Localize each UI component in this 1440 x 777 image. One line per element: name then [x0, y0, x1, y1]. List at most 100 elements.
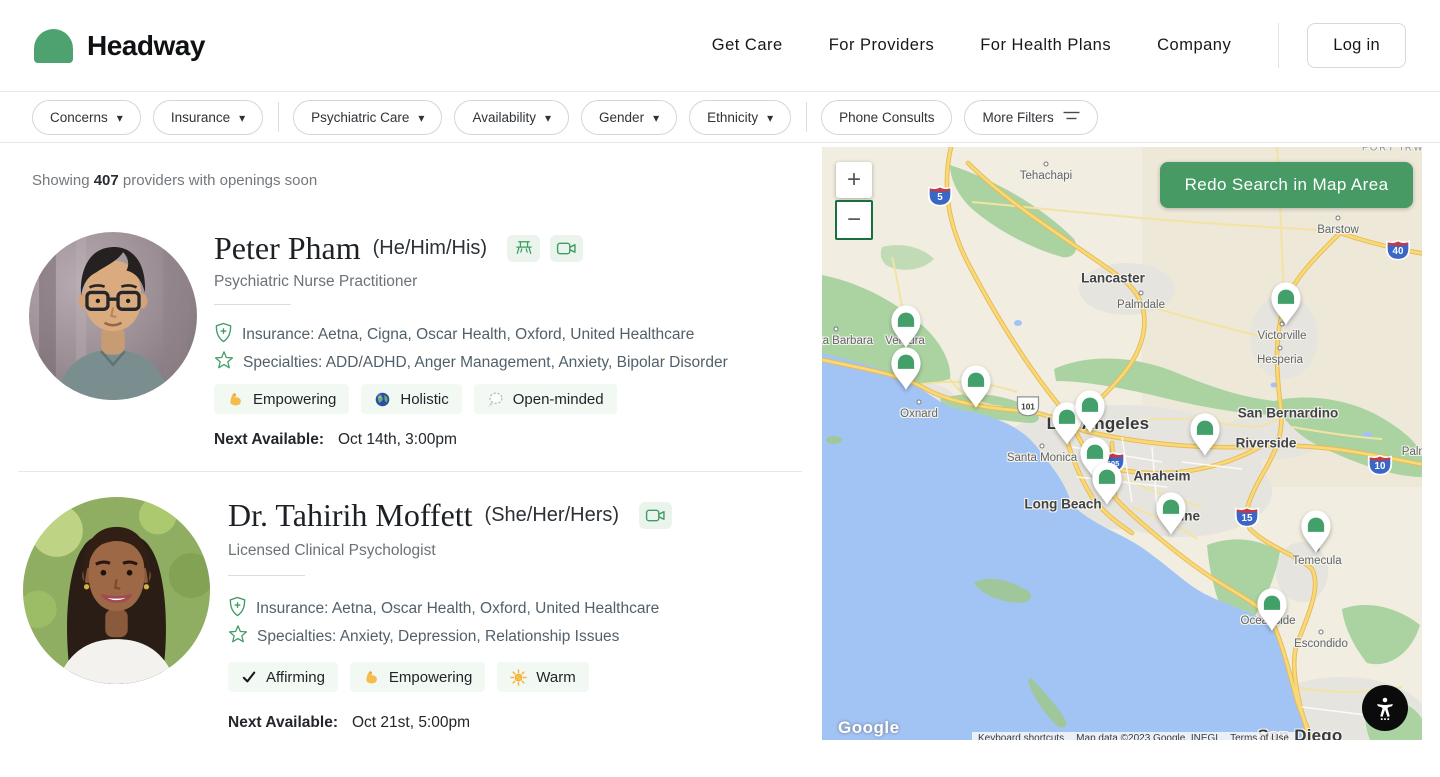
specialties-label: Specialties:: [257, 627, 337, 645]
summary-suffix: providers with openings soon: [122, 172, 318, 189]
provider-name[interactable]: Peter Pham: [214, 230, 361, 267]
provider-map-pin[interactable]: [1086, 457, 1128, 512]
map-canvas[interactable]: + − Redo Search in Map Area Google Keybo…: [822, 147, 1422, 740]
insurance-label: Insurance:: [242, 326, 315, 343]
chevron-down-icon: [418, 110, 424, 125]
filter-label: Insurance: [170, 109, 231, 125]
map-label: Barstow: [1317, 224, 1359, 236]
trait-badge: Open-minded: [473, 384, 617, 414]
redo-search-button[interactable]: Redo Search in Map Area: [1160, 162, 1413, 208]
chevron-down-icon: [653, 110, 659, 125]
trait-label: Warm: [536, 668, 576, 686]
filter-label: Phone Consults: [839, 109, 935, 125]
insurance-list: Aetna, Oscar Health, Oxford, United Heal…: [331, 600, 660, 617]
muscle-icon: [227, 391, 244, 408]
nav-company[interactable]: Company: [1157, 36, 1231, 55]
filter-concerns[interactable]: Concerns: [32, 99, 141, 135]
nav-for-health-plans[interactable]: For Health Plans: [980, 36, 1111, 55]
trait-badge: Affirming: [228, 662, 338, 692]
map-town-dot: [1039, 443, 1045, 449]
svg-text:10: 10: [1375, 461, 1386, 472]
filter-separator: [278, 102, 280, 132]
provider-map-pin[interactable]: [1265, 277, 1307, 332]
star-icon: [214, 350, 234, 375]
map-label: Oxnard: [900, 408, 938, 420]
trait-label: Affirming: [266, 668, 325, 686]
filter-separator: [806, 102, 808, 132]
provider-map-pin[interactable]: [885, 342, 927, 397]
map-attribution-item: Map data ©2023 Google, INEGI: [1070, 732, 1225, 740]
shield-plus-icon: [228, 596, 247, 622]
filter-insurance[interactable]: Insurance: [152, 99, 264, 135]
shield-plus-icon: [214, 322, 233, 348]
globe-icon: [374, 391, 391, 408]
interstate-5-shield-icon: 5: [927, 182, 954, 212]
provider-map-pin[interactable]: [1251, 583, 1293, 638]
sliders-filter-icon: [1063, 109, 1080, 125]
trait-label: Empowering: [388, 668, 473, 686]
interstate-15-shield-icon: 15: [1234, 503, 1261, 533]
specialties-row: Specialties: ADD/ADHD, Anger Management,…: [214, 350, 728, 375]
nav-get-care[interactable]: Get Care: [712, 36, 783, 55]
headway-logo[interactable]: Headway: [34, 28, 205, 63]
map-label: Anaheim: [1133, 468, 1191, 484]
filter-gender[interactable]: Gender: [581, 99, 678, 135]
provider-name-row[interactable]: Peter Pham (He/Him/His): [214, 228, 584, 268]
provider-map-pin[interactable]: [1184, 408, 1226, 463]
svg-text:40: 40: [1393, 246, 1404, 257]
filter-phone-consults[interactable]: Phone Consults: [821, 99, 953, 135]
filter-ethnicity[interactable]: Ethnicity: [689, 99, 792, 135]
map-town-dot: [1043, 161, 1049, 167]
map-attribution-item[interactable]: Keyboard shortcuts: [972, 732, 1071, 740]
trait-badge: Holistic: [361, 384, 462, 414]
specialties-list: Anxiety, Depression, Relationship Issues: [339, 627, 620, 645]
provider-map-pin[interactable]: [1150, 487, 1192, 542]
provider-name-row[interactable]: Dr. Tahirih Moffett (She/Her/Hers): [228, 495, 673, 535]
map-zoom-out-button[interactable]: −: [835, 200, 873, 240]
trait-badge: Empowering: [214, 384, 350, 414]
filter-more-filters[interactable]: More Filters: [964, 99, 1098, 135]
card-mini-divider: [214, 304, 291, 305]
provider-title: Licensed Clinical Psychologist: [228, 542, 436, 559]
insurance-label: Insurance:: [256, 600, 329, 617]
session-type-chips: [639, 501, 673, 529]
trait-badge: Warm: [497, 662, 589, 692]
trait-badge: Empowering: [349, 662, 486, 692]
map-label: Palmdale: [1117, 299, 1165, 311]
provider-map-pin[interactable]: [1295, 505, 1337, 560]
provider-photo[interactable]: [23, 497, 210, 684]
map-label: San Bernardino: [1237, 405, 1339, 421]
summary-prefix: Showing: [32, 172, 90, 189]
google-logo[interactable]: Google: [838, 718, 900, 738]
provider-map-pin[interactable]: [955, 360, 997, 415]
chevron-down-icon: [767, 110, 773, 125]
filter-label: Psychiatric Care: [311, 109, 410, 125]
nav-for-providers[interactable]: For Providers: [829, 36, 935, 55]
map-zoom-in-button[interactable]: +: [836, 162, 872, 198]
filter-availability[interactable]: Availability: [454, 99, 570, 135]
results-summary: Showing 407 providers with openings soon: [32, 172, 317, 189]
muscle-icon: [363, 669, 380, 686]
us-route-101-shield-icon: 101: [1014, 395, 1042, 424]
specialties-label: Specialties:: [243, 353, 323, 371]
video-session-icon: [550, 234, 584, 262]
trait-label: Open-minded: [512, 390, 604, 408]
filter-psychiatric-care[interactable]: Psychiatric Care: [293, 99, 443, 135]
map-label: Tehachapi: [1019, 170, 1073, 182]
svg-text:15: 15: [1242, 513, 1253, 524]
accessibility-person-icon: [1377, 697, 1393, 721]
next-available-row: Next Available: Oct 21st, 5:00pm: [228, 714, 470, 732]
top-navigation-bar: Headway Get Care For Providers For Healt…: [0, 0, 1440, 92]
accessibility-button[interactable]: [1362, 685, 1408, 731]
headway-logo-mark-icon: [34, 28, 73, 63]
map-attribution-item[interactable]: Terms of Use: [1224, 732, 1295, 740]
provider-photo[interactable]: [29, 232, 197, 400]
next-available-row: Next Available: Oct 14th, 3:00pm: [214, 431, 457, 449]
login-button[interactable]: Log in: [1307, 23, 1406, 68]
next-available-value: Oct 14th, 3:00pm: [337, 431, 457, 448]
check-icon: [241, 669, 257, 685]
map-town-dot: [1138, 290, 1144, 296]
map-town-dot: [1335, 215, 1341, 221]
filter-bar: Concerns Insurance Psychiatric Care Avai…: [0, 92, 1440, 143]
provider-name[interactable]: Dr. Tahirih Moffett: [228, 497, 473, 534]
